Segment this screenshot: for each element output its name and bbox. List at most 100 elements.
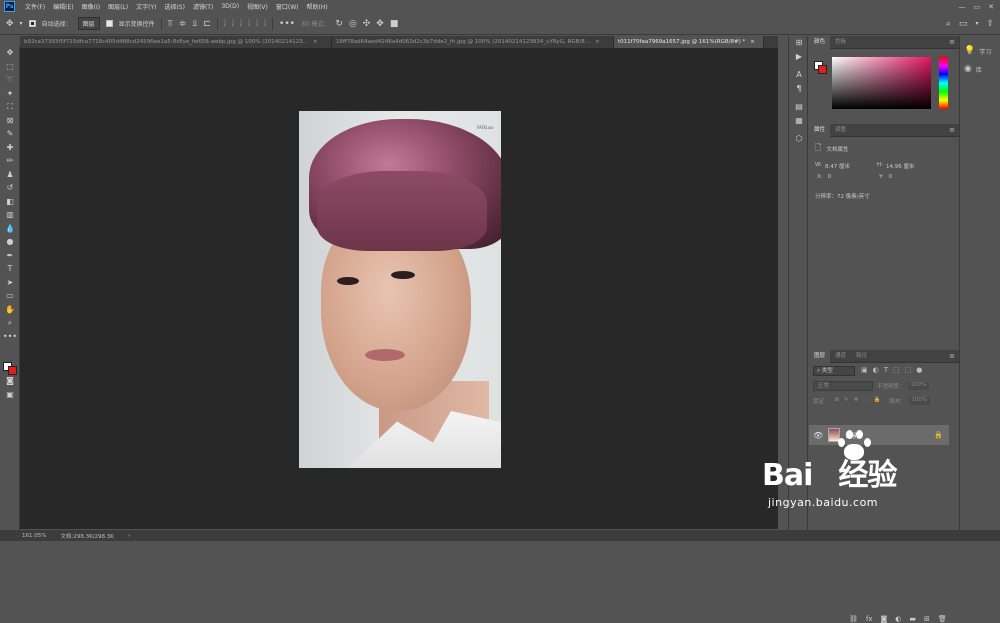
show-transform-checkbox[interactable] — [105, 20, 113, 27]
menu-type[interactable]: 文字(Y) — [132, 2, 160, 11]
hue-slider[interactable] — [939, 57, 948, 109]
3d-slide-icon[interactable]: ✥ — [376, 19, 384, 29]
blur-tool-icon[interactable]: 💧 — [0, 222, 20, 236]
brush-tool-icon[interactable]: ✏ — [0, 154, 20, 168]
menu-view[interactable]: 视图(V) — [243, 2, 272, 11]
delete-layer-icon[interactable]: 🗑 — [938, 615, 947, 623]
menu-window[interactable]: 窗口(W) — [272, 2, 303, 11]
healing-brush-tool-icon[interactable]: ✚ — [0, 141, 20, 155]
magic-wand-tool-icon[interactable]: ✦ — [0, 87, 20, 101]
adjustment-layer-icon[interactable]: ◐ — [895, 615, 901, 623]
canvas-workspace[interactable]: FAFB.oo — [20, 48, 778, 529]
y-value[interactable]: 0 — [888, 174, 892, 180]
tab-color[interactable]: 颜色 — [809, 35, 831, 49]
auto-select-dropdown[interactable]: 图层 — [77, 17, 100, 30]
share-icon[interactable]: ⇪ — [986, 19, 994, 29]
zoom-tool-icon[interactable]: ⌕ — [0, 316, 20, 330]
eyedropper-tool-icon[interactable]: ✎ — [0, 127, 20, 141]
tab-properties[interactable]: 属性 — [809, 123, 831, 137]
more-tools-icon[interactable]: ••• — [0, 330, 20, 344]
crop-tool-icon[interactable]: ⛶ — [0, 100, 20, 114]
blend-mode-dropdown[interactable]: 正常 — [813, 381, 873, 391]
panel-menu-icon[interactable]: ≡ — [949, 352, 955, 360]
quick-mask-icon[interactable]: ◙ — [0, 374, 20, 388]
libraries-button[interactable]: ◉ 库 — [960, 56, 1000, 74]
shape-tool-icon[interactable]: ▭ — [0, 289, 20, 303]
align-vcenter-icon[interactable]: ≑ — [179, 19, 187, 29]
maximize-icon[interactable]: ▭ — [974, 3, 981, 11]
screen-mode-icon[interactable]: ▣ — [0, 388, 20, 402]
gradient-tool-icon[interactable]: ▥ — [0, 208, 20, 222]
layer-filter-dropdown[interactable]: ⌕ 类型 — [813, 366, 855, 376]
eraser-tool-icon[interactable]: ◧ — [0, 195, 20, 209]
3d-roll-icon[interactable]: ◎ — [349, 19, 357, 29]
close-icon[interactable]: ✕ — [988, 3, 994, 11]
menu-image[interactable]: 图像(I) — [78, 2, 104, 11]
hand-tool-icon[interactable]: ✋ — [0, 303, 20, 317]
fill-value[interactable]: 100% — [908, 397, 931, 405]
menu-select[interactable]: 选择(S) — [160, 2, 189, 11]
libraries-icon[interactable]: ▤ — [789, 100, 809, 114]
chevron-down-icon[interactable]: ▾ — [975, 19, 978, 29]
distribute-bottom-icon[interactable]: ⦙ — [240, 19, 242, 29]
paragraph-icon[interactable]: ¶ — [789, 82, 809, 96]
menu-layer[interactable]: 图层(L) — [104, 2, 132, 11]
align-bottom-icon[interactable]: ⫫ — [192, 19, 197, 29]
new-layer-icon[interactable]: ⊞ — [924, 615, 930, 623]
layer-mask-icon[interactable]: ◙ — [881, 615, 888, 623]
link-layers-icon[interactable]: ⛓ — [849, 615, 858, 623]
x-value[interactable]: 0 — [828, 174, 832, 180]
tab-channels[interactable]: 通道 — [830, 350, 851, 363]
more-options-icon[interactable]: ••• — [279, 19, 295, 29]
tab-close-icon[interactable]: × — [750, 36, 755, 48]
distribute-right-icon[interactable]: ⦙ — [264, 19, 266, 29]
frame-tool-icon[interactable]: ⊠ — [0, 114, 20, 128]
color-picker-field[interactable] — [832, 57, 931, 109]
document-tab[interactable]: 16ff78ad64aed4246a4d063d2c3b7dde2_th.jpg… — [332, 36, 614, 48]
tab-paths[interactable]: 路径 — [851, 350, 872, 363]
menu-help[interactable]: 帮助(H) — [303, 2, 332, 11]
actions-icon[interactable]: ▶ — [789, 50, 809, 64]
lasso-tool-icon[interactable]: ➰ — [0, 73, 20, 87]
status-arrow-icon[interactable]: › — [128, 533, 130, 539]
document-tab-active[interactable]: t011f70faa7969a1657.jpg @ 161%(RGB/8#) *… — [614, 36, 764, 48]
layer-style-icon[interactable]: fx — [866, 615, 873, 623]
type-tool-icon[interactable]: T — [0, 262, 20, 276]
move-tool-icon[interactable]: ✥ — [0, 46, 20, 60]
lock-position-icon[interactable]: ✥ — [854, 397, 859, 405]
document-canvas[interactable]: FAFB.oo — [299, 111, 501, 468]
align-top-icon[interactable]: ⫪ — [168, 19, 173, 29]
filter-type-icon[interactable]: T — [884, 366, 888, 374]
lock-artboard-icon[interactable]: ⬚ — [863, 397, 868, 405]
panel-menu-icon[interactable]: ≡ — [949, 38, 955, 46]
filter-pixel-icon[interactable]: ▣ — [861, 366, 868, 374]
search-icon[interactable]: ⌕ — [946, 19, 951, 29]
tab-adjustments[interactable]: 调整 — [830, 124, 851, 137]
width-value[interactable]: 8.47 厘米 — [825, 162, 850, 170]
menu-edit[interactable]: 编辑(E) — [49, 2, 77, 11]
marquee-tool-icon[interactable]: ⬚ — [0, 60, 20, 74]
notes-icon[interactable]: ▦ — [789, 114, 809, 128]
menu-filter[interactable]: 滤镜(T) — [189, 2, 217, 11]
3d-icon[interactable]: ⬡ — [789, 132, 809, 146]
3d-rotate-icon[interactable]: ↻ — [335, 19, 343, 29]
distribute-left-icon[interactable]: ⦙ — [248, 19, 250, 29]
opacity-value[interactable]: 100% — [907, 382, 930, 390]
history-icon[interactable]: ⊞ — [789, 36, 809, 50]
menu-3d[interactable]: 3D(D) — [217, 3, 243, 10]
chevron-down-icon[interactable]: ▾ — [20, 19, 23, 29]
minimize-icon[interactable]: — — [959, 3, 966, 11]
panel-menu-icon[interactable]: ≡ — [949, 126, 955, 134]
distribute-vcenter-icon[interactable]: ⦙ — [232, 19, 234, 29]
workspace-icon[interactable]: ▭ — [959, 19, 968, 29]
dodge-tool-icon[interactable]: ● — [0, 235, 20, 249]
character-icon[interactable]: A — [789, 68, 809, 82]
clone-stamp-tool-icon[interactable]: ♟ — [0, 168, 20, 182]
document-tab[interactable]: b92ca37393f5f715dfca7718c405d488cd24596e… — [20, 36, 332, 48]
align-left-icon[interactable]: ⊏ — [203, 19, 211, 29]
background-color-swatch[interactable] — [818, 65, 827, 74]
history-brush-tool-icon[interactable]: ↺ — [0, 181, 20, 195]
tab-close-icon[interactable]: × — [313, 36, 318, 48]
auto-select-checkbox[interactable] — [28, 20, 36, 27]
tab-close-icon[interactable]: × — [595, 36, 600, 48]
